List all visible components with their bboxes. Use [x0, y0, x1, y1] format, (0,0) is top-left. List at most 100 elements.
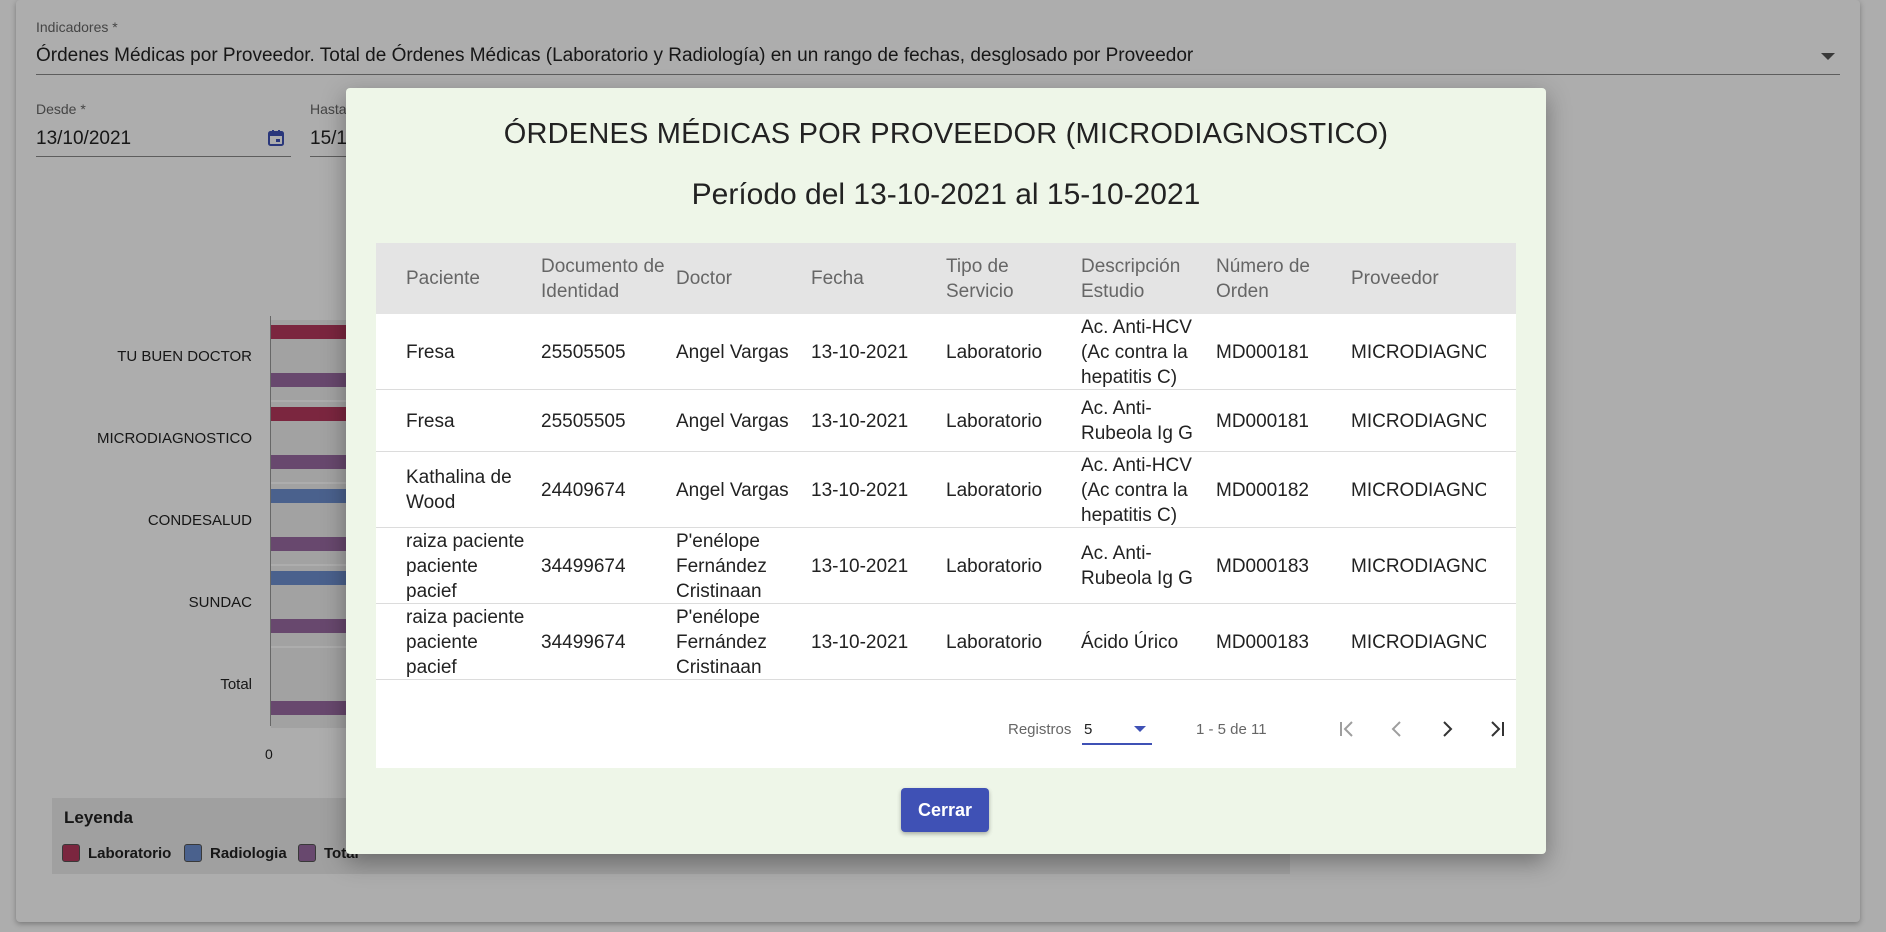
cell-text-line: Angel Vargas [676, 410, 789, 432]
cell-text-line: Ac. Anti-HCV [1081, 454, 1192, 476]
cell-doctor: Angel Vargas [676, 314, 808, 390]
cell-service-type: Laboratorio [946, 528, 1078, 604]
cell-text-line: 13-10-2021 [811, 410, 909, 432]
cell-patient: Fresa [406, 314, 538, 390]
header-text-line: Servicio [946, 280, 1014, 302]
column-header-label: Número de Orden [1216, 254, 1310, 304]
cell-text-line: 13-10-2021 [811, 341, 909, 363]
cell-date: 13-10-2021 [811, 390, 943, 452]
cell-text-line: MICRODIAGNOSTI [1351, 410, 1486, 432]
cell-service-type: Laboratorio [946, 390, 1078, 452]
cell-text: Ac. Anti-HCV (Ac contra la hepatitis C) [1081, 453, 1192, 528]
cell-text: 24409674 [541, 478, 626, 503]
cell-date: 13-10-2021 [811, 452, 943, 528]
header-text-line: Descripción [1081, 255, 1181, 277]
page-size-select[interactable]: 5 [1082, 713, 1152, 745]
cell-text-line: Cristinaan [676, 580, 762, 602]
first-page-icon [1340, 721, 1353, 737]
table-row[interactable]: Fresa 25505505 Angel Vargas 13-10-2021 Labor… [376, 390, 1516, 452]
cell-id-document: 24409674 [541, 452, 673, 528]
cell-text: Laboratorio [946, 554, 1042, 579]
cell-study-description: Ac. Anti- Rubeola Ig G [1081, 528, 1213, 604]
page-range-label: 1 - 5 de 11 [1196, 721, 1267, 738]
cell-text: MICRODIAGNOSTI [1351, 554, 1486, 579]
cell-doctor: Angel Vargas [676, 452, 808, 528]
cell-text: MD000183 [1216, 630, 1309, 655]
column-header-service-type: Tipo de Servicio [946, 243, 1014, 314]
cell-text: MD000183 [1216, 554, 1309, 579]
cell-text-line: raiza paciente [406, 606, 525, 628]
cell-text-line: hepatitis C) [1081, 504, 1178, 526]
cell-text-line: Cristinaan [676, 656, 762, 678]
cell-text-line: MD000181 [1216, 410, 1309, 432]
next-page-button[interactable] [1429, 711, 1465, 747]
table-row[interactable]: Fresa 25505505 Angel Vargas 13-10-2021 Labor… [376, 314, 1516, 390]
cell-text-line: 13-10-2021 [811, 555, 909, 577]
cell-provider: MICRODIAGNOSTI [1351, 314, 1486, 390]
cell-text-line: Laboratorio [946, 479, 1043, 501]
cell-date: 13-10-2021 [811, 314, 943, 390]
last-page-button[interactable] [1479, 711, 1515, 747]
header-text-line: Paciente [406, 268, 480, 289]
column-header-label: Tipo de Servicio [946, 254, 1014, 304]
cell-text-line: MICRODIAGNOSTI [1351, 555, 1486, 577]
cell-provider: MICRODIAGNOSTI [1351, 528, 1486, 604]
table-row[interactable]: Kathalina de Wood 24409674 Angel Vargas 13-1… [376, 452, 1516, 528]
cell-study-description: Ac. Anti-HCV (Ac contra la hepatitis C) [1081, 314, 1213, 390]
column-header-label: Documento de Identidad [541, 254, 665, 304]
cell-text: 13-10-2021 [811, 554, 908, 579]
cell-text: Ac. Anti- Rubeola Ig G [1081, 396, 1193, 446]
column-header-label: Doctor [676, 266, 732, 291]
column-header-provider: Proveedor [1351, 243, 1439, 314]
cell-patient: raiza paciente paciente pacief [406, 528, 538, 604]
cell-text: MICRODIAGNOSTI [1351, 630, 1486, 655]
table-header: Paciente Documento de Identidad Doctor Fecha… [376, 243, 1516, 314]
cell-text-line: Ácido Úrico [1081, 631, 1179, 653]
cell-text: 13-10-2021 [811, 478, 908, 503]
cell-text-line: Fernández [676, 631, 767, 653]
table-row[interactable]: raiza paciente paciente pacief 34499674 P'en… [376, 604, 1516, 680]
header-text-line: Estudio [1081, 280, 1145, 302]
header-text-line: Documento de [541, 255, 665, 277]
cell-text: Fresa [406, 409, 455, 434]
cell-text-line: Kathalina de [406, 467, 512, 488]
cell-text: MD000182 [1216, 478, 1309, 503]
page-size-label: Registros [1008, 721, 1072, 738]
cell-order-number: MD000181 [1216, 390, 1348, 452]
cell-text-line: Rubeola Ig G [1081, 568, 1193, 589]
cell-text-line: paciente [406, 555, 478, 577]
cell-text: 13-10-2021 [811, 409, 908, 434]
cell-text-line: pacief [406, 580, 457, 602]
table-row[interactable]: raiza paciente paciente pacief 34499674 P'en… [376, 528, 1516, 604]
cell-id-document: 34499674 [541, 528, 673, 604]
cell-text-line: Ac. Anti- [1081, 398, 1152, 419]
cell-text: Laboratorio [946, 409, 1042, 434]
header-text-line: Identidad [541, 280, 620, 302]
cell-order-number: MD000183 [1216, 528, 1348, 604]
cell-id-document: 34499674 [541, 604, 673, 680]
header-text-line: Tipo de [946, 255, 1009, 277]
cell-text-line: (Ac contra la [1081, 341, 1188, 363]
column-header-date: Fecha [811, 243, 864, 314]
cell-text: Ácido Úrico [1081, 630, 1178, 655]
first-page-button[interactable] [1329, 711, 1365, 747]
close-button[interactable]: Cerrar [901, 788, 989, 832]
cell-text-line: hepatitis C) [1081, 366, 1178, 388]
cell-text: Fresa [406, 340, 455, 365]
header-text-line: Orden [1216, 280, 1269, 302]
cell-text-line: raiza paciente [406, 530, 525, 552]
cell-text: MICRODIAGNOSTI [1351, 409, 1486, 434]
cell-text: raiza paciente paciente pacief [406, 529, 524, 604]
cell-text-line: P'enélope [676, 530, 760, 552]
cell-text-line: 13-10-2021 [811, 479, 909, 501]
previous-page-button[interactable] [1379, 711, 1415, 747]
cell-text: 25505505 [541, 409, 626, 434]
cell-study-description: Ac. Anti-HCV (Ac contra la hepatitis C) [1081, 452, 1213, 528]
cell-text-line: 13-10-2021 [811, 631, 909, 653]
dialog-subtitle: Período del 13-10-2021 al 15-10-2021 [691, 178, 1201, 211]
cell-text-line: MD000183 [1216, 631, 1309, 653]
cell-text: P'enélope Fernández Cristinaan [676, 529, 767, 604]
chevron-down-icon [1134, 726, 1146, 732]
cell-text: 13-10-2021 [811, 340, 908, 365]
cell-text-line: MICRODIAGNOSTI [1351, 341, 1486, 363]
